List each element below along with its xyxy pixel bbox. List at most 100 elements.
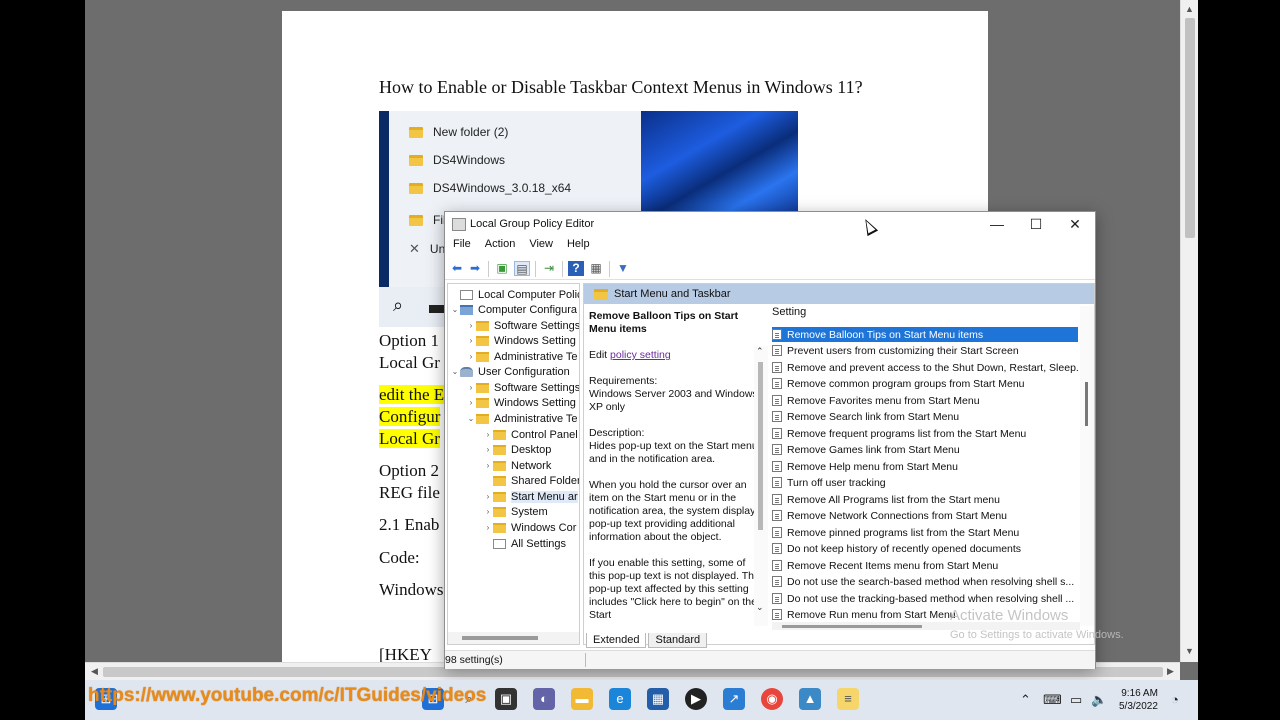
maximize-button[interactable]: ☐ — [1016, 214, 1056, 234]
setting-row[interactable]: Remove Games link from Start Menu — [772, 442, 1078, 457]
tree-item[interactable]: › Software Settings — [466, 318, 579, 333]
store-icon[interactable]: ▦ — [647, 688, 669, 710]
description-intro: Description: Hides pop-up text on the Sta… — [589, 427, 758, 465]
doc-line-highlighted: Local Gr — [379, 429, 440, 448]
doc-line-highlighted: edit the E — [379, 385, 445, 404]
minimize-button[interactable]: — — [977, 214, 1017, 234]
setting-row[interactable]: Remove frequent programs list from the S… — [772, 426, 1078, 441]
volume-icon[interactable]: 🔈 — [1091, 692, 1107, 708]
help-icon[interactable]: ? — [568, 261, 584, 276]
tree-item[interactable]: › System — [483, 504, 548, 519]
menu-action[interactable]: Action — [485, 238, 516, 256]
menu-help[interactable]: Help — [567, 238, 590, 256]
export-list-icon[interactable]: ⇥ — [541, 261, 557, 276]
network-icon[interactable]: ▭ — [1070, 692, 1082, 708]
show-hide-tree-icon[interactable]: ▤ — [514, 261, 530, 276]
scroll-up-icon[interactable]: ▲ — [1185, 4, 1194, 14]
setting-row-selected[interactable]: Remove Balloon Tips on Start Menu items — [772, 327, 1078, 342]
task-view-icon[interactable]: ▣ — [495, 688, 517, 710]
settings-scrollbar[interactable] — [1080, 306, 1094, 626]
tree-item[interactable]: Shared Folder — [483, 473, 579, 488]
setting-column-header[interactable]: Setting — [772, 306, 806, 318]
clock[interactable]: 9:16 AM 5/3/2022 — [1119, 687, 1158, 713]
filter-icon[interactable]: ▼ — [615, 261, 631, 276]
keyboard-icon[interactable]: ⌨ — [1043, 692, 1062, 708]
setting-row[interactable]: Do not use the tracking-based method whe… — [772, 591, 1078, 606]
menu-file[interactable]: File — [453, 238, 471, 256]
close-button[interactable]: ✕ — [1055, 214, 1095, 234]
vertical-scrollbar[interactable]: ▲ ▼ — [1180, 0, 1198, 662]
document-title: How to Enable or Disable Taskbar Context… — [379, 77, 863, 97]
photos-icon[interactable]: ▲ — [799, 688, 821, 710]
setting-row[interactable]: Remove All Programs list from the Start … — [772, 492, 1078, 507]
left-black-bar — [0, 0, 85, 720]
tree-item[interactable]: › Desktop — [483, 442, 552, 457]
setting-row[interactable]: Remove common program groups from Start … — [772, 376, 1078, 391]
setting-row[interactable]: Remove and prevent access to the Shut Do… — [772, 360, 1078, 375]
tree-expander-icon: › — [486, 445, 490, 454]
folder-item: DS4Windows_3.0.18_x64 — [409, 181, 571, 195]
scroll-right-icon[interactable]: ▶ — [1167, 666, 1174, 677]
tree-item[interactable]: › Software Settings — [466, 380, 579, 395]
file-explorer-icon[interactable]: ▬ — [571, 688, 593, 710]
tree-item[interactable]: › Administrative Te — [466, 349, 578, 364]
tree-item[interactable]: › Control Panel — [483, 427, 578, 442]
setting-row[interactable]: Remove Recent Items menu from Start Menu — [772, 558, 1078, 573]
view-tabs: Extended Standard — [586, 633, 709, 648]
setting-row[interactable]: Remove Help menu from Start Menu — [772, 459, 1078, 474]
scroll-thumb[interactable] — [758, 362, 763, 530]
tree-item-selected[interactable]: › Start Menu ar — [483, 489, 578, 504]
setting-row[interactable]: Remove Favorites menu from Start Menu — [772, 393, 1078, 408]
scroll-thumb[interactable] — [1185, 18, 1195, 238]
notepad-icon[interactable]: ≡ — [837, 688, 859, 710]
tab-extended[interactable]: Extended — [586, 633, 647, 648]
scroll-left-icon[interactable]: ◀ — [91, 666, 98, 677]
media-player-icon[interactable]: ▶ — [685, 688, 707, 710]
tree-item[interactable]: › Windows Cor — [483, 520, 577, 535]
setting-icon — [772, 362, 782, 373]
scroll-thumb[interactable] — [462, 636, 538, 640]
properties-icon[interactable]: ▦ — [588, 261, 604, 276]
teams-chat-icon[interactable]: ◐ — [533, 688, 555, 710]
chevron-up-icon[interactable]: ⌃ — [756, 346, 764, 357]
setting-icon — [772, 527, 782, 538]
scroll-down-icon[interactable]: ▼ — [1185, 646, 1194, 656]
tree-expander-icon: ⌄ — [451, 367, 459, 376]
setting-row[interactable]: Remove pinned programs list from the Sta… — [772, 525, 1078, 540]
up-folder-icon[interactable]: ▣ — [494, 261, 510, 276]
tree-expander-icon: ⌄ — [467, 414, 475, 423]
setting-row[interactable]: Do not keep history of recently opened d… — [772, 541, 1078, 556]
setting-row[interactable]: Remove Network Connections from Start Me… — [772, 508, 1078, 523]
tree-item[interactable]: › Windows Setting — [466, 333, 576, 348]
setting-icon — [772, 593, 782, 604]
description-scrollbar[interactable]: ⌃ ⌄ — [754, 346, 768, 626]
forward-arrow-icon[interactable]: ➡ — [467, 261, 483, 276]
tab-standard[interactable]: Standard — [648, 633, 708, 648]
setting-row[interactable]: Remove Search link from Start Menu — [772, 409, 1078, 424]
tree-item[interactable]: › Windows Setting — [466, 395, 576, 410]
chrome-icon[interactable]: ◉ — [761, 688, 783, 710]
chevron-up-icon[interactable]: ⌃ — [1020, 692, 1031, 708]
scroll-thumb[interactable] — [782, 625, 922, 628]
menu-view[interactable]: View — [529, 238, 553, 256]
tree-item[interactable]: › Network — [483, 458, 552, 473]
setting-row[interactable]: Do not use the search-based method when … — [772, 574, 1078, 589]
tree-item[interactable]: Local Computer Policy — [450, 287, 579, 302]
notification-icon[interactable]: ◔ — [1171, 692, 1179, 707]
app-icon[interactable]: ↗ — [723, 688, 745, 710]
scroll-thumb[interactable] — [1085, 382, 1088, 426]
folder-icon — [476, 397, 489, 408]
tree-item[interactable]: ⌄ Administrative Te — [466, 411, 578, 426]
back-arrow-icon[interactable]: ⬅ — [449, 261, 465, 276]
setting-row[interactable]: Prevent users from customizing their Sta… — [772, 343, 1078, 358]
tree-horizontal-scrollbar[interactable] — [448, 632, 579, 644]
chevron-down-icon[interactable]: ⌄ — [756, 602, 764, 613]
tree-item[interactable]: ⌄ Computer Configura — [450, 302, 577, 317]
setting-row[interactable]: Turn off user tracking — [772, 475, 1078, 490]
policy-setting-link[interactable]: policy setting — [610, 349, 671, 361]
navigation-tree: Local Computer Policy ⌄ Computer Configur… — [447, 283, 580, 645]
tree-item[interactable]: ⌄ User Configuration — [450, 364, 570, 379]
tree-item[interactable]: All Settings — [483, 536, 566, 551]
title-bar[interactable]: Local Group Policy Editor — ☐ ✕ — [445, 212, 1095, 237]
edge-icon[interactable]: e — [609, 688, 631, 710]
